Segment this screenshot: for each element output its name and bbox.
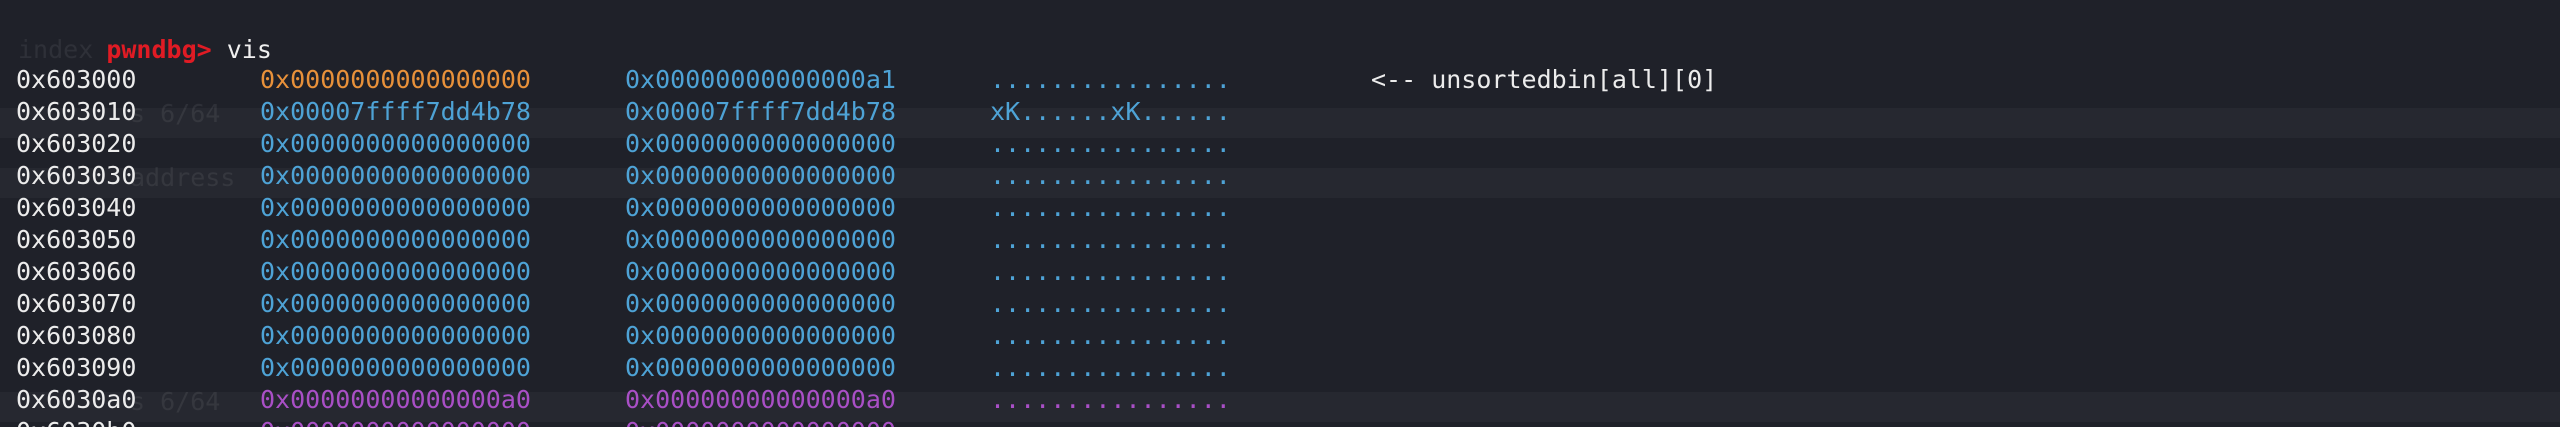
row-word-2: 0x00000000000000a0 xyxy=(625,385,896,414)
heap-dump-row: 0x603040 0x0000000000000000 0x000000000000… xyxy=(16,192,1231,224)
row-address: 0x603080 xyxy=(16,321,137,350)
row-address: 0x6030b0 xyxy=(16,416,136,427)
row-word-2: 0x0000000000000000 xyxy=(625,321,896,350)
row-address: 0x603000 xyxy=(16,65,137,94)
row-word-2: 0x0000000000000000 xyxy=(625,225,896,254)
row-word-2: 0x00007ffff7dd4b78 xyxy=(625,97,896,126)
row-word-1: 0x0000000000000000 xyxy=(260,161,531,190)
heap-dump-row: 0x603000 0x0000000000000000 0x000000000000… xyxy=(16,64,1717,96)
row-address: 0x603010 xyxy=(16,97,137,126)
row-word-1: 0x0000000000000000 xyxy=(260,129,531,158)
row-address: 0x603020 xyxy=(16,129,137,158)
heap-dump-row: 0x6030a0 0x00000000000000a0 0x000000000000… xyxy=(16,384,1231,416)
row-ascii: ................ xyxy=(990,161,1231,190)
row-word-1: 0x0000000000000000 xyxy=(260,193,531,222)
row-word-1: 0x0000000000000000 xyxy=(260,289,531,318)
heap-dump-row: 0x603020 0x0000000000000000 0x000000000000… xyxy=(16,128,1231,160)
row-ascii: ................ xyxy=(990,65,1231,94)
terminal-output: pwndbg> vis 0x603000 0x0000000000000000 0x… xyxy=(16,2,1717,427)
heap-dump-row: 0x603060 0x0000000000000000 0x000000000000… xyxy=(16,256,1231,288)
row-word-2: 0x0000000000000000 xyxy=(625,289,896,318)
row-word-1: 0x0000000000000000 xyxy=(260,225,531,254)
row-word-1: 0x00000000000000a0 xyxy=(260,385,531,414)
row-ascii: xK......xK...... xyxy=(990,97,1231,126)
row-ascii: ................ xyxy=(990,129,1231,158)
heap-dump-row: 0x603010 0x00007ffff7dd4b78 0x00007ffff7dd… xyxy=(16,96,1231,128)
row-address: 0x603040 xyxy=(16,193,137,222)
row-word-1: 0x00007ffff7dd4b78 xyxy=(260,97,531,126)
heap-dump-row: 0x6030b0 0x0000000000000000 0x000000000000… xyxy=(16,416,1231,427)
row-ascii: ................ xyxy=(990,353,1231,382)
row-ascii: ................ xyxy=(990,225,1231,254)
row-ascii: ................ xyxy=(990,385,1231,414)
row-word-1: 0x0000000000000000 xyxy=(260,353,531,382)
prompt-line: pwndbg> vis xyxy=(16,2,272,64)
prompt: pwndbg> xyxy=(106,35,212,64)
row-word-2: 0x0000000000000000 xyxy=(625,353,896,382)
row-word-2: 0x0000000000000000 xyxy=(625,257,896,286)
row-address: 0x6030a0 xyxy=(16,385,137,414)
row-word-2: 0x00000000000000a1 xyxy=(625,65,896,94)
row-address: 0x603030 xyxy=(16,161,137,190)
row-ascii: ................ xyxy=(990,321,1231,350)
heap-dump: 0x603000 0x0000000000000000 0x000000000000… xyxy=(16,64,1717,427)
row-word-2: 0x0000000000000000 xyxy=(625,129,896,158)
heap-dump-row: 0x603090 0x0000000000000000 0x000000000000… xyxy=(16,352,1231,384)
row-ascii: ................ xyxy=(990,289,1231,318)
command-text: vis xyxy=(211,35,272,64)
row-word-1: 0x0000000000000000 xyxy=(260,65,531,94)
row-ascii: ................ xyxy=(990,193,1231,222)
heap-dump-row: 0x603030 0x0000000000000000 0x000000000000… xyxy=(16,160,1231,192)
heap-dump-row: 0x603050 0x0000000000000000 0x000000000000… xyxy=(16,224,1231,256)
row-word-2: 0x0000000000000000 xyxy=(625,161,896,190)
row-address: 0x603090 xyxy=(16,353,137,382)
row-word-1: 0x0000000000000000 xyxy=(260,416,531,427)
row-address: 0x603050 xyxy=(16,225,137,254)
row-word-1: 0x0000000000000000 xyxy=(260,257,531,286)
row-annotation: <-- unsortedbin[all][0] xyxy=(1371,65,1718,94)
row-ascii: ................ xyxy=(990,257,1231,286)
row-address: 0x603070 xyxy=(16,289,137,318)
terminal-window[interactable]: index s 6/64 address s 6/64 pwndbg> vis … xyxy=(0,0,2560,427)
row-word-2: 0x0000000000000000 xyxy=(625,193,896,222)
row-address: 0x603060 xyxy=(16,257,137,286)
row-ascii: ................ xyxy=(990,416,1231,427)
row-word-1: 0x0000000000000000 xyxy=(260,321,531,350)
row-word-2: 0x0000000000000000 xyxy=(625,416,896,427)
heap-dump-row: 0x603080 0x0000000000000000 0x000000000000… xyxy=(16,320,1231,352)
heap-dump-row: 0x603070 0x0000000000000000 0x000000000000… xyxy=(16,288,1231,320)
